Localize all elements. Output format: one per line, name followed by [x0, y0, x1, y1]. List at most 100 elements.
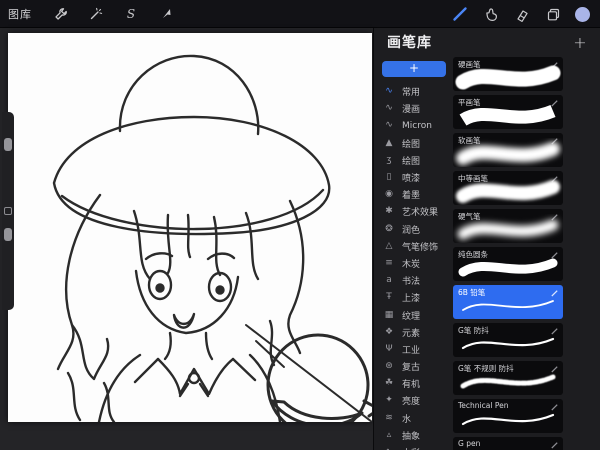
brush-set-label: 润色	[402, 223, 420, 236]
luminance-spark-icon: ✦	[383, 396, 395, 405]
brush-set-item[interactable]: △气笔修饰	[376, 238, 452, 255]
brush-set-item[interactable]: ❖元素	[376, 324, 452, 341]
transform-arrow-icon[interactable]	[157, 5, 175, 23]
brush-set-item[interactable]: ≡ 木炭	[376, 255, 452, 272]
brush-set-item[interactable]: ∿水彩	[376, 444, 452, 450]
brush-set-list: + ∿ 常用 ∿ 漫画 ∿ Micron ▲绘图ʒ绘图 ▯ 喷漆 ◉着墨✱艺术效果❂润色△气笔修饰…	[376, 58, 452, 450]
brush-stroke-preview	[453, 327, 563, 357]
brush-set-label: 气笔修饰	[402, 240, 438, 253]
brush-item[interactable]: 硬气笔	[453, 209, 563, 243]
right-tool-group	[451, 0, 590, 28]
brush-set-item[interactable]: a 书法	[376, 272, 452, 289]
paint-brush-icon[interactable]	[451, 5, 469, 23]
brush-set-label: 水	[402, 412, 411, 425]
brush-stroke-preview	[453, 441, 563, 450]
brush-set-item[interactable]: ⊛ 复古	[376, 358, 452, 375]
brush-stroke-preview	[453, 365, 563, 395]
brush-set-label: 书法	[402, 274, 420, 287]
brush-stroke-preview	[453, 403, 563, 433]
brush-set-item[interactable]: Ŧ上漆	[376, 289, 452, 306]
gallery-button[interactable]: 图库	[8, 6, 32, 22]
brush-size-slider[interactable]	[2, 112, 14, 202]
paint-stroke-icon: ∿	[383, 87, 395, 96]
brush-item[interactable]: G pen	[453, 437, 563, 450]
brush-stroke-preview	[453, 99, 563, 129]
modify-button[interactable]	[4, 207, 12, 215]
industrial-trowel-icon: Ψ	[383, 345, 395, 354]
brush-set-item[interactable]: ▵抽象	[376, 427, 452, 444]
water-waves-icon: ≋	[383, 414, 395, 423]
brush-set-item[interactable]: ▲绘图	[376, 135, 452, 152]
brush-stroke-preview	[453, 289, 563, 319]
brush-set-item[interactable]: ʒ绘图	[376, 152, 452, 169]
brush-set-label: Micron	[402, 121, 432, 131]
brush-set-item[interactable]: ∿ 漫画	[376, 100, 452, 117]
brush-set-label: 亮度	[402, 394, 420, 407]
charcoal-sticks-icon: ≡	[383, 259, 395, 268]
brush-set-item[interactable]: ▦ 纹理	[376, 306, 452, 323]
add-brush-plus-icon[interactable]: +	[571, 33, 589, 52]
brush-item[interactable]: 平画笔	[453, 95, 563, 129]
spray-can-icon: ▯	[383, 173, 395, 182]
brush-set-label: 复古	[402, 360, 420, 373]
opacity-handle[interactable]	[4, 228, 12, 241]
brush-item[interactable]: 软画笔	[453, 133, 563, 167]
brush-set-item[interactable]: ∿ 常用	[376, 83, 452, 100]
brush-set-label: 艺术效果	[402, 205, 438, 218]
brush-item[interactable]: G笔 不规则 防抖	[453, 361, 563, 395]
opacity-slider[interactable]	[2, 220, 14, 310]
selection-s-icon[interactable]: S	[122, 5, 140, 23]
vintage-badge-icon: ⊛	[383, 362, 395, 371]
brush-set-label: 工业	[402, 343, 420, 356]
brush-item[interactable]: 纯色圆条	[453, 247, 563, 281]
brush-list: 硬画笔平画笔软画笔中等画笔硬气笔纯色圆条 6B 铅笔 G笔 防抖 G笔 不规则 防抖 T…	[453, 57, 565, 450]
organic-leaf-icon: ☘	[383, 379, 395, 388]
brush-set-item[interactable]: ❂润色	[376, 221, 452, 238]
layers-icon[interactable]	[544, 5, 562, 23]
brush-set-label: 抽象	[402, 429, 420, 442]
brush-item[interactable]: 硬画笔	[453, 57, 563, 91]
brush-set-label: 喷漆	[402, 171, 420, 184]
lineart-girl-sketch	[8, 33, 372, 422]
brush-set-label: 绘图	[402, 154, 420, 167]
brush-set-item[interactable]: Ψ 工业	[376, 341, 452, 358]
left-tool-group: S	[52, 5, 175, 23]
brush-set-label: 漫画	[402, 102, 420, 115]
brush-set-label: 水彩	[402, 446, 420, 450]
brush-set-item[interactable]: ∿ Micron	[376, 117, 452, 134]
brush-item[interactable]: 6B 铅笔	[453, 285, 563, 319]
calligraphy-a-icon: a	[383, 276, 395, 285]
brush-item[interactable]: Technical Pen	[453, 399, 563, 433]
brush-set-item[interactable]: ✦ 亮度	[376, 392, 452, 409]
brush-set-label: 常用	[402, 85, 420, 98]
brush-set-label: 着墨	[402, 188, 420, 201]
paint-stroke-icon: ∿	[383, 104, 395, 113]
brush-set-item[interactable]: ◉着墨	[376, 186, 452, 203]
brush-item[interactable]: G笔 防抖	[453, 323, 563, 357]
smudge-finger-icon[interactable]	[482, 5, 500, 23]
color-swatch-icon[interactable]	[575, 7, 590, 22]
brush-set-label: 木炭	[402, 257, 420, 270]
brush-set-label: 有机	[402, 377, 420, 390]
brush-set-label: 绘图	[402, 137, 420, 150]
texture-grid-icon: ▦	[383, 311, 395, 320]
brush-size-handle[interactable]	[4, 138, 12, 151]
brush-library-panel: 画笔库 + + ∿ 常用 ∿ 漫画 ∿ Micron ▲绘图ʒ绘图 ▯ 喷漆 ◉着墨✱艺术效果❂润…	[373, 28, 600, 450]
paint-stroke-icon: ∿	[383, 121, 395, 130]
brush-set-label: 上漆	[402, 291, 420, 304]
new-set-button[interactable]: +	[382, 61, 446, 77]
brush-set-item[interactable]: ▯ 喷漆	[376, 169, 452, 186]
brush-library-header: 画笔库 +	[374, 28, 600, 56]
brush-set-item[interactable]: ✱艺术效果	[376, 203, 452, 220]
brush-item[interactable]: 中等画笔	[453, 171, 563, 205]
brush-stroke-preview	[453, 175, 563, 205]
drawing-canvas[interactable]	[8, 33, 372, 422]
wrench-icon[interactable]	[52, 5, 70, 23]
brush-set-label: 纹理	[402, 309, 420, 322]
brush-set-label: 元素	[402, 326, 420, 339]
eraser-icon[interactable]	[513, 5, 531, 23]
brush-set-item[interactable]: ☘ 有机	[376, 375, 452, 392]
sidebar-controls	[2, 112, 14, 310]
adjustments-wand-icon[interactable]	[87, 5, 105, 23]
brush-set-item[interactable]: ≋水	[376, 410, 452, 427]
